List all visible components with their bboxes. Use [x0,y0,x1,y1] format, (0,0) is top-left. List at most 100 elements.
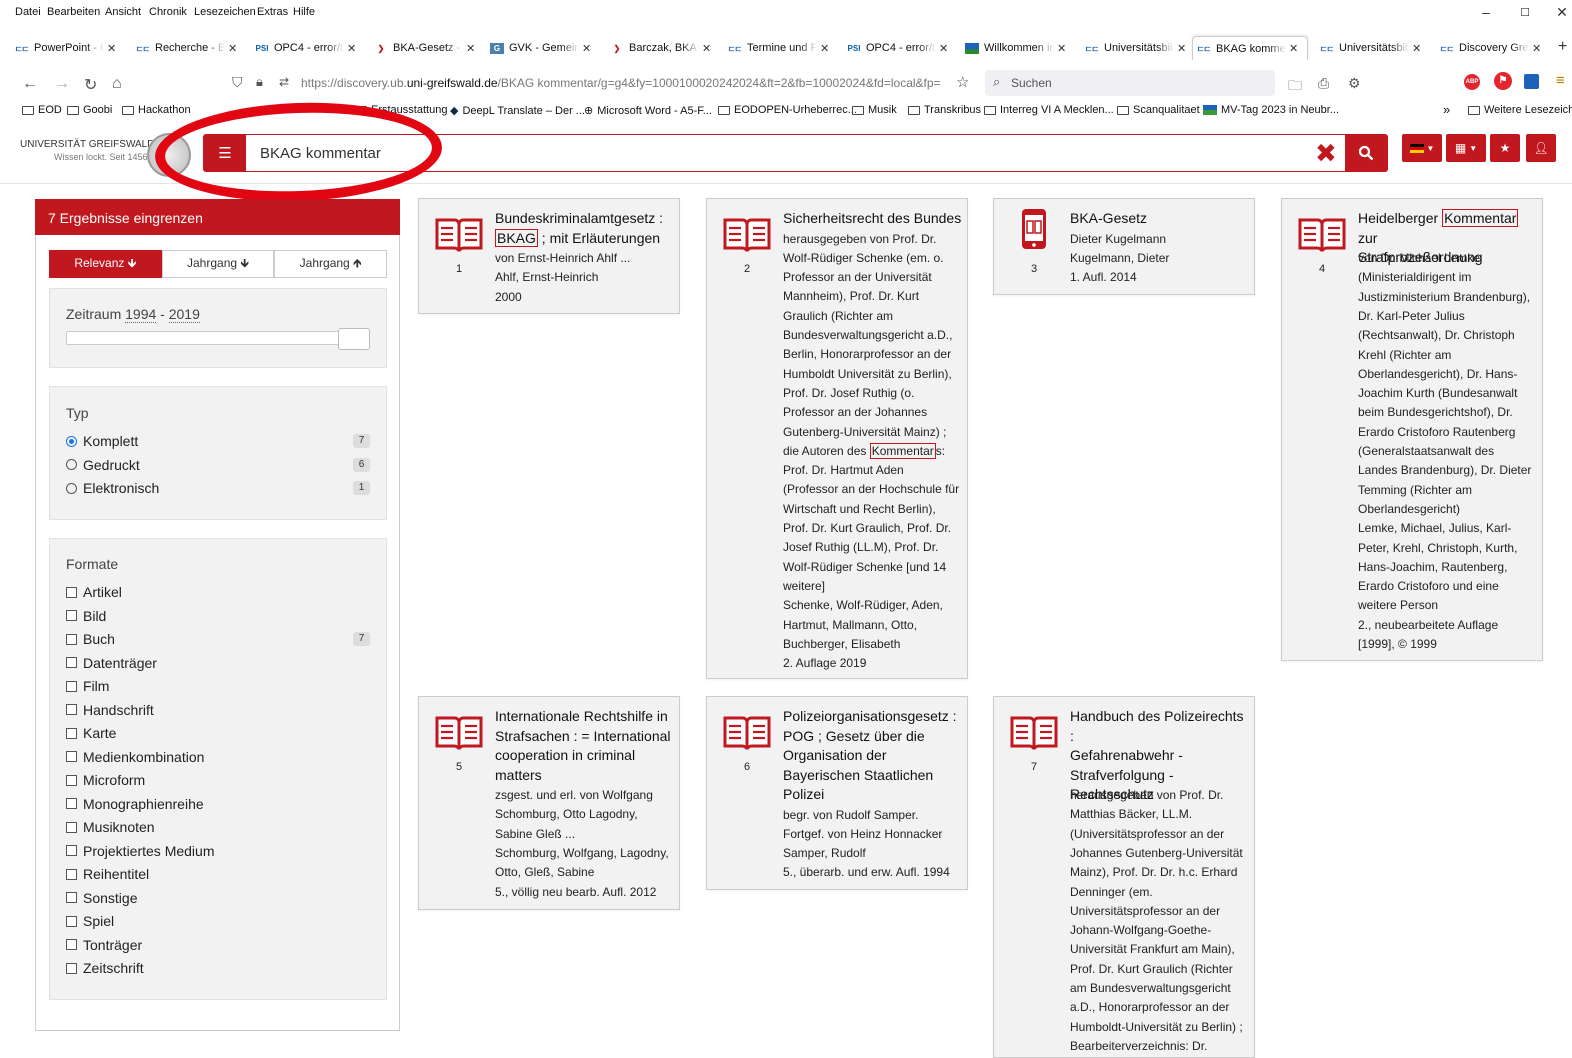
type-option[interactable]: Elektronisch [66,480,159,496]
extension-icon[interactable]: ⚑ [1494,72,1512,90]
sort-relevance-button[interactable]: Relevanz 🡻 [49,250,162,278]
lock-icon[interactable]: 🔒︎ [256,74,263,90]
tab-13[interactable]: ⊏⊏ Discovery Greifs✕ [1436,36,1551,60]
type-option[interactable]: Gedruckt [66,457,140,473]
bookmark-item[interactable]: Hackathon [122,104,191,116]
menu-chronik[interactable]: Chronik [149,6,187,18]
checkbox[interactable] [66,704,77,715]
permissions-icon[interactable]: ⇄ [279,75,289,89]
home-icon[interactable]: ⌂ [112,75,122,93]
menu-icon[interactable]: ≡ [1556,72,1565,89]
adblock-icon[interactable]: ABP [1464,74,1480,90]
result-card[interactable]: 4 Heidelberger Kommentar zur Strafprozeßor… [1281,198,1543,661]
checkbox[interactable] [66,680,77,692]
checkbox[interactable] [66,610,77,621]
checkbox[interactable] [66,586,77,598]
bookmark-item[interactable]: Scanqualitaet [1117,104,1200,116]
format-option[interactable]: Karte [66,725,116,741]
year-range-slider[interactable] [66,328,370,350]
close-tab-icon[interactable]: ✕ [1177,42,1186,55]
result-card[interactable]: 5 Internationale Rechtshilfe in Strafsache… [418,696,680,910]
close-tab-icon[interactable]: ✕ [820,42,829,55]
print-icon[interactable]: ⎙ [1318,75,1329,92]
tab-7[interactable]: ⊏⊏ Termine und Fri ✕ [724,36,839,60]
bookmark-item[interactable]: MV-Tag 2023 in Neubr... [1203,104,1339,116]
radio-button[interactable] [66,459,77,470]
format-option[interactable]: Sonstige [66,890,137,906]
forward-icon[interactable]: → [54,75,70,93]
tab-8[interactable]: PSI OPC4 - error/tin ✕ [843,36,958,60]
extension-chart-icon[interactable] [1524,74,1539,89]
close-tab-icon[interactable]: ✕ [1412,42,1421,55]
settings-icon[interactable]: ⚙ [1348,75,1361,92]
result-title[interactable]: Polizeiorganisationsgesetz : POG ; Gesetz… [783,707,963,805]
clear-search-icon[interactable]: ✖ [1315,138,1337,168]
bookmark-item[interactable]: ◆ DeepL Translate – Der ... [450,104,585,118]
sort-year-asc-button[interactable]: Jahrgang 🡹 [274,250,388,278]
checkbox[interactable] [66,915,77,927]
menu-hilfe[interactable]: Hilfe [293,6,315,18]
tab-11[interactable]: ⊏⊏ BKAG kommen ✕ [1192,36,1308,60]
language-button[interactable]: ▼ [1402,134,1442,162]
university-logo[interactable]: UNIVERSITÄT GREIFSWALD Wissen lockt. Sei… [20,138,154,164]
bookmark-item[interactable]: Goobi [67,104,112,116]
sort-year-desc-button[interactable]: Jahrgang 🡻 [161,250,275,278]
menu-lesezeichen[interactable]: Lesezeichen [194,6,256,18]
result-title[interactable]: Bundeskriminalamtgesetz : BKAG ; mit Erlä… [495,209,675,248]
account-button[interactable]: 👤︎ [1526,134,1556,162]
checkbox[interactable] [66,868,77,880]
checkbox[interactable] [66,798,77,809]
checkbox[interactable] [66,962,77,974]
close-tab-icon[interactable]: ✕ [1532,42,1541,55]
bookmark-item[interactable]: Interreg VI A Mecklen... [984,104,1114,116]
menu-ansicht[interactable]: Ansicht [105,6,141,18]
folder-icon[interactable]: 🗀 [1288,75,1302,99]
bookmark-item[interactable]: EOD [22,104,62,116]
format-option[interactable]: Monographienreihe [66,796,204,812]
minimize-button[interactable]: – [1476,4,1496,20]
checkbox[interactable] [66,727,77,739]
slider-handle[interactable] [338,328,370,350]
format-option[interactable]: Musiknoten [66,819,155,835]
view-switch-button[interactable]: ▦ ▼ [1446,134,1486,162]
format-option[interactable]: Bild [66,608,106,624]
checkbox[interactable] [66,751,77,762]
tab-1[interactable]: ⊏⊏ PowerPoint - Ur ✕ [11,36,126,60]
menu-datei[interactable]: Datei [15,6,41,18]
result-card[interactable]: 7 Handbuch des Polizeirechts : Gefahrenabw… [993,696,1255,1058]
close-tab-icon[interactable]: ✕ [347,42,356,55]
checkbox[interactable] [66,821,77,833]
result-title[interactable]: Internationale Rechtshilfe in Strafsachen… [495,707,675,785]
result-title[interactable]: BKA-Gesetz [1070,209,1250,229]
checkbox[interactable] [66,939,77,950]
close-tab-icon[interactable]: ✕ [1289,42,1298,55]
close-window-button[interactable]: ✕ [1552,4,1572,21]
format-option[interactable]: Spiel [66,913,114,929]
maximize-button[interactable]: ☐ [1515,6,1535,19]
reload-icon[interactable]: ↻ [84,75,97,95]
shield-icon[interactable]: ⛉ [232,74,243,91]
search-button[interactable] [1345,135,1387,171]
tab-12[interactable]: ⊏⊏ Universitätsbibl ✕ [1316,36,1431,60]
result-card[interactable]: 3 BKA-Gesetz Dieter Kugelmann Kugelmann, Di… [993,198,1255,295]
bookmark-item[interactable]: EODOPEN-Urheberrec... [718,104,857,116]
bookmark-star-icon[interactable]: ☆ [956,73,969,91]
menu-bearbeiten[interactable]: Bearbeiten [47,6,100,18]
radio-button[interactable] [66,482,77,494]
tab-5[interactable]: G GVK - Gemeinsa✕ [486,36,601,60]
format-option[interactable]: Microform [66,772,145,788]
bookmark-item[interactable]: ⊕ Microsoft Word - A5-F... [584,104,712,118]
tab-3[interactable]: PSI OPC4 - error/tin ✕ [251,36,366,60]
format-option[interactable]: Zeitschrift [66,960,144,976]
format-option[interactable]: Artikel [66,584,122,600]
radio-button[interactable] [66,435,77,447]
result-card[interactable]: 2 Sicherheitsrecht des Bundes herausgegebe… [706,198,968,679]
tab-9[interactable]: Willkommen in ✕ [961,36,1076,60]
bookmark-item[interactable]: Transkribus [908,104,981,116]
close-tab-icon[interactable]: ✕ [1057,42,1066,55]
result-title[interactable]: Sicherheitsrecht des Bundes [783,209,963,229]
format-option[interactable]: Medienkombination [66,749,204,765]
favorites-button[interactable]: ★ [1490,134,1520,162]
format-option[interactable]: Handschrift [66,702,154,718]
checkbox[interactable] [66,774,77,786]
